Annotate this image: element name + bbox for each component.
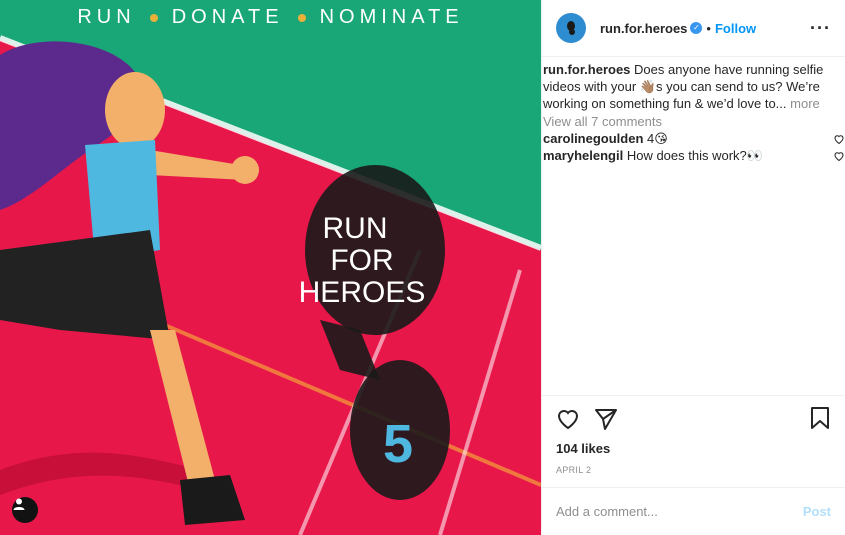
shoe-logo-icon (567, 21, 575, 35)
view-all-comments-link[interactable]: View all 7 comments (543, 113, 845, 130)
caption-more-link[interactable]: more (790, 96, 820, 111)
avatar[interactable] (556, 13, 586, 43)
share-icon[interactable] (594, 407, 618, 431)
banner-dot (297, 13, 306, 22)
post-header: run.for.heroes ✓ • Follow ··· (542, 0, 845, 57)
title-line-2: FOR (330, 244, 393, 277)
follow-button[interactable]: Follow (715, 21, 756, 36)
post-sidebar: run.for.heroes ✓ • Follow ··· run.for.he… (541, 0, 845, 535)
post-image[interactable]: RUN FOR HEROES 5 RUN DONATE NOMINATE (0, 0, 541, 535)
bookmark-icon[interactable] (809, 406, 831, 430)
user-icon (13, 498, 25, 510)
like-comment-icon[interactable] (833, 133, 845, 145)
heart-icon[interactable] (556, 407, 580, 431)
add-comment-bar: Post (542, 487, 845, 535)
banner-word-run: RUN (77, 6, 136, 28)
comment-item: carolinegoulden 4😘 (543, 130, 845, 147)
comment-input[interactable] (556, 504, 803, 519)
comment-text: 4😘 (647, 131, 668, 146)
post-banner: RUN DONATE NOMINATE (0, 6, 541, 29)
title-line-1: RUN (323, 212, 388, 245)
caption: run.for.heroes Does anyone have running … (543, 61, 845, 112)
title-line-3: HEROES (299, 276, 426, 309)
caption-username[interactable]: run.for.heroes (543, 62, 630, 77)
comment-text: How does this work?👀 (626, 148, 763, 163)
like-comment-icon[interactable] (833, 150, 845, 162)
post-date: APRIL 2 (556, 465, 592, 475)
banner-dot (149, 13, 158, 22)
separator-dot: • (706, 20, 711, 36)
post-comment-button[interactable]: Post (803, 504, 831, 519)
comments-section: run.for.heroes Does anyone have running … (542, 57, 845, 395)
likes-count[interactable]: 104 likes (542, 441, 845, 461)
banner-word-donate: DONATE (171, 6, 284, 28)
post-illustration: RUN FOR HEROES 5 (0, 0, 541, 535)
tagged-users-button[interactable] (12, 497, 38, 523)
more-options-icon[interactable]: ··· (810, 18, 831, 39)
race-number: 5 (383, 414, 413, 474)
verified-badge-icon: ✓ (690, 22, 703, 34)
comment-username[interactable]: maryhelengil (543, 148, 623, 163)
banner-word-nominate: NOMINATE (319, 6, 464, 28)
action-bar (542, 395, 845, 441)
header-username[interactable]: run.for.heroes (600, 21, 687, 36)
comment-item: maryhelengil How does this work?👀 (543, 147, 845, 164)
comment-username[interactable]: carolinegoulden (543, 131, 643, 146)
